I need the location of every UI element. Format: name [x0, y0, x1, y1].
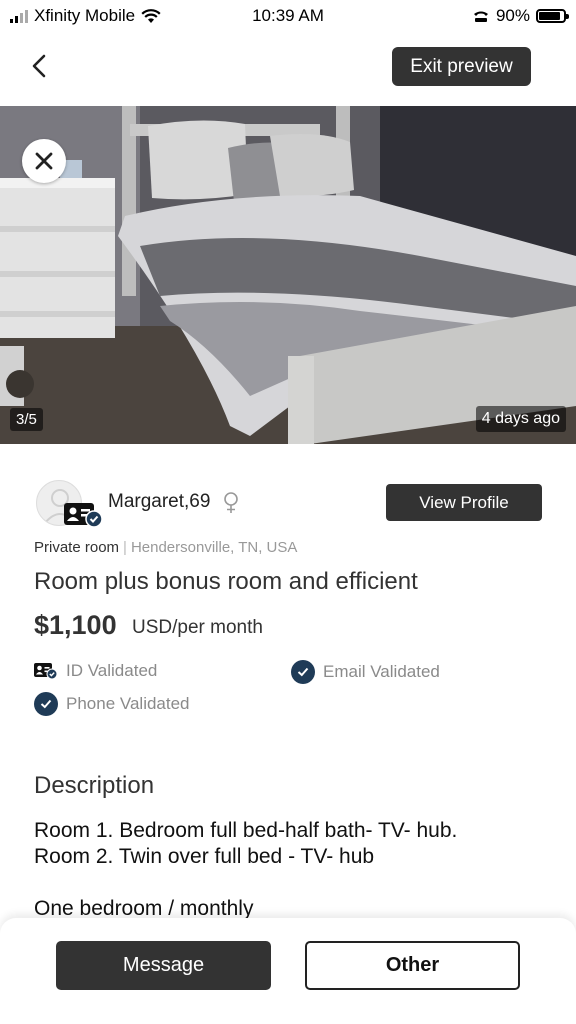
- back-button[interactable]: [24, 50, 56, 82]
- email-validated: Email Validated: [291, 660, 440, 684]
- status-bar: Xfinity Mobile 10:39 AM 90%: [0, 0, 576, 32]
- battery-icon: [536, 9, 569, 23]
- exit-preview-button[interactable]: Exit preview: [392, 47, 531, 86]
- battery-percent: 90%: [495, 6, 530, 25]
- close-photo-button[interactable]: [22, 139, 66, 183]
- view-profile-button[interactable]: View Profile: [386, 484, 542, 521]
- bedroom-photo: [0, 106, 576, 444]
- phone-validated-label: Phone Validated: [66, 694, 190, 713]
- listing-title: Room plus bonus room and efficient: [34, 568, 418, 595]
- room-type-line: Private room | Hendersonville, TN, USA: [34, 539, 297, 556]
- listing-photo[interactable]: [0, 106, 576, 444]
- id-verified-badge: [64, 502, 104, 528]
- phone-validated: Phone Validated: [34, 692, 190, 716]
- status-right: 90%: [472, 6, 569, 26]
- description-text: Room 1. Bedroom full bed-half bath- TV- …: [34, 819, 458, 920]
- price-unit: USD/per month: [132, 617, 263, 638]
- separator: |: [123, 539, 127, 556]
- female-icon: [224, 492, 238, 513]
- price: $1,100: [34, 610, 117, 640]
- close-icon: [35, 152, 53, 170]
- id-card-icon: [64, 503, 103, 528]
- photo-counter: 3/5: [10, 408, 43, 431]
- room-type: Private room: [34, 539, 120, 556]
- message-button[interactable]: Message: [56, 941, 271, 990]
- posted-time: 4 days ago: [475, 406, 566, 432]
- location: Hendersonville, TN, USA: [130, 539, 298, 556]
- owner-name: Margaret,69: [108, 491, 211, 512]
- id-validated-label: ID Validated: [66, 661, 158, 680]
- check-circle-icon: [291, 660, 315, 684]
- description-heading: Description: [34, 772, 155, 799]
- email-validated-label: Email Validated: [323, 662, 440, 681]
- tty-icon: [473, 11, 488, 22]
- id-validated: ID Validated: [34, 661, 157, 681]
- other-button[interactable]: Other: [305, 941, 520, 990]
- check-circle-icon: [34, 692, 58, 716]
- id-card-small-icon: [34, 663, 58, 680]
- chevron-left-icon: [32, 54, 46, 78]
